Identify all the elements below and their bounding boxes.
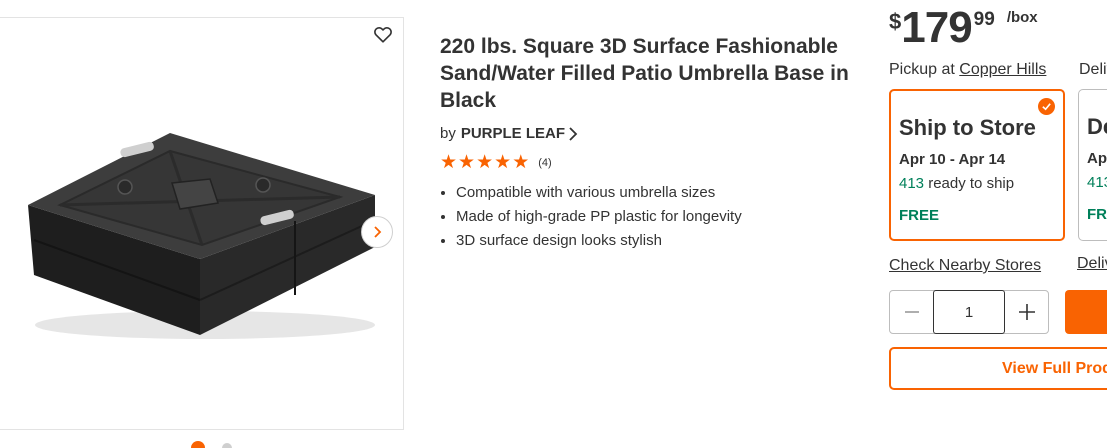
quantity-stepper: 1 bbox=[889, 290, 1049, 334]
ship-card-dates: Apr 10 - Apr 14 bbox=[899, 151, 1006, 168]
store-name-link[interactable]: Copper Hills bbox=[959, 61, 1046, 78]
add-to-cart-button[interactable] bbox=[1065, 290, 1107, 334]
product-title: 220 lbs. Square 3D Surface Fashionable S… bbox=[440, 35, 849, 112]
ship-to-store-card[interactable]: Ship to Store Apr 10 - Apr 14 413 ready … bbox=[889, 89, 1065, 241]
price-currency: $ bbox=[889, 9, 902, 34]
rating-stars[interactable]: ★ ★ ★ ★ ★ (4) bbox=[440, 153, 552, 173]
next-image-button[interactable] bbox=[361, 216, 393, 248]
ship-card-stock: 413 ready to ship bbox=[899, 175, 1014, 192]
stock-count: 413 bbox=[1087, 174, 1107, 191]
ship-card-price: FREE bbox=[899, 207, 940, 224]
pickup-prefix: Pickup at bbox=[889, 61, 955, 78]
price: $ 179 99 /box bbox=[889, 4, 1038, 52]
quantity-input[interactable]: 1 bbox=[933, 290, 1005, 334]
by-label: by bbox=[440, 125, 456, 142]
brand-link[interactable]: PURPLE LEAF bbox=[461, 125, 565, 142]
star-icon: ★ bbox=[458, 152, 476, 173]
delivery-label: Delivery bbox=[1079, 61, 1107, 78]
list-item: Made of high-grade PP plastic for longev… bbox=[456, 205, 742, 229]
stock-count: 413 bbox=[899, 175, 925, 192]
stock-text: ready to ship bbox=[924, 175, 1015, 192]
star-icon: ★ bbox=[494, 152, 512, 173]
delivery-card-title: Delivery bbox=[1087, 114, 1107, 139]
carousel-dot[interactable] bbox=[222, 443, 232, 448]
increase-quantity-button[interactable] bbox=[1005, 291, 1048, 333]
delivery-card[interactable]: Delivery Apr 413 FREE bbox=[1078, 89, 1107, 241]
minus-icon bbox=[904, 311, 919, 313]
brand-row: by PURPLE LEAF bbox=[440, 125, 578, 142]
chevron-right-icon[interactable] bbox=[568, 126, 578, 142]
review-count[interactable]: (4) bbox=[538, 157, 551, 169]
ship-card-title: Ship to Store bbox=[899, 115, 1036, 140]
delivery-card-dates: Apr bbox=[1087, 150, 1107, 167]
price-cents: 99 bbox=[973, 9, 995, 30]
pickup-label: Pickup at Copper Hills bbox=[889, 61, 1046, 79]
list-item: Compatible with various umbrella sizes bbox=[456, 181, 742, 205]
delivery-card-price: FREE bbox=[1087, 206, 1107, 223]
delivery-card-stock: 413 bbox=[1087, 174, 1107, 191]
price-whole: 179 bbox=[901, 3, 972, 52]
decrease-quantity-button[interactable] bbox=[890, 291, 933, 333]
star-icon: ★ bbox=[476, 152, 494, 173]
favorite-heart-icon[interactable] bbox=[372, 23, 394, 45]
checkmark-icon bbox=[1038, 98, 1055, 115]
list-item: 3D surface design looks stylish bbox=[456, 229, 742, 253]
star-icon: ★ bbox=[440, 152, 458, 173]
product-image[interactable] bbox=[20, 125, 382, 340]
view-full-details-button[interactable]: View Full Product Details bbox=[889, 347, 1107, 390]
chevron-right-icon bbox=[374, 226, 382, 238]
delivery-link[interactable]: Delivery bbox=[1077, 255, 1107, 273]
star-icon: ★ bbox=[512, 152, 530, 173]
plus-icon bbox=[1018, 304, 1035, 320]
carousel-dot-active[interactable] bbox=[191, 441, 205, 448]
feature-list: Compatible with various umbrella sizes M… bbox=[440, 181, 742, 253]
check-nearby-stores-link[interactable]: Check Nearby Stores bbox=[889, 257, 1041, 275]
price-unit: /box bbox=[1006, 9, 1038, 26]
